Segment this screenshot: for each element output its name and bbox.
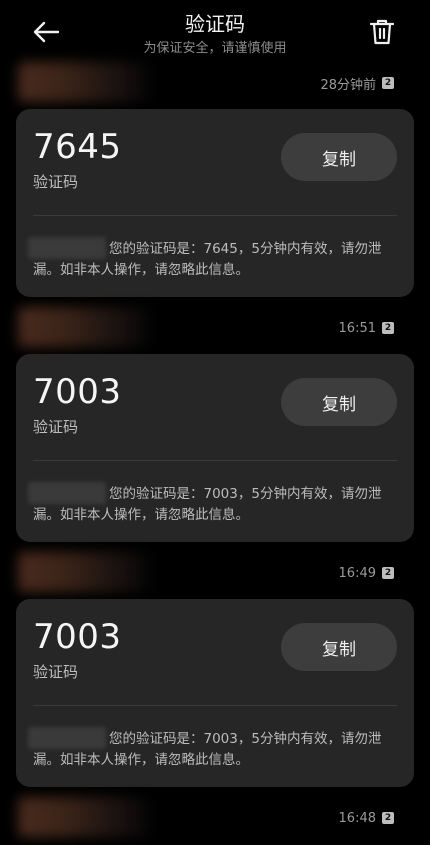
sender-avatar-blurred [18, 552, 150, 592]
code-label: 验证码 [33, 173, 79, 191]
copy-button[interactable]: 复制 [281, 133, 397, 181]
code-card: 7645 验证码 复制 您的验证码是：7645，5分钟内有效，请勿泄漏。如非本人… [16, 109, 414, 297]
app-header: 验证码 为保证安全，请谨慎使用 [0, 0, 430, 62]
message-meta: 16:49 2 [339, 563, 394, 583]
message-time: 16:48 [338, 810, 376, 826]
copy-button[interactable]: 复制 [281, 378, 397, 426]
message-body: 您的验证码是：7003，5分钟内有效，请勿泄漏。如非本人操作，请忽略此信息。 [33, 731, 382, 768]
verification-code: 7003 [33, 617, 122, 657]
sim-badge: 2 [382, 567, 394, 579]
message-meta: 28分钟前 2 [320, 73, 394, 93]
code-label: 验证码 [33, 418, 79, 436]
copy-button[interactable]: 复制 [281, 623, 397, 671]
sender-avatar-blurred [18, 797, 150, 837]
divider [33, 215, 397, 216]
sim-badge: 2 [382, 77, 394, 89]
delete-button[interactable] [364, 14, 400, 50]
sim-badge: 2 [382, 812, 394, 824]
sender-avatar-blurred [18, 307, 150, 347]
divider [33, 705, 397, 706]
message-meta: 16:51 2 [339, 318, 394, 338]
verification-code: 7003 [33, 372, 122, 412]
sender-avatar-blurred [18, 62, 150, 102]
verification-code: 7645 [33, 127, 122, 167]
message-time: 16:49 [338, 565, 376, 581]
message-meta: 16:48 2 [339, 808, 394, 828]
message-body: 您的验证码是：7003，5分钟内有效，请勿泄漏。如非本人操作，请忽略此信息。 [33, 486, 382, 523]
sim-badge: 2 [382, 322, 394, 334]
divider [33, 460, 397, 461]
message-body: 您的验证码是：7645，5分钟内有效，请勿泄漏。如非本人操作，请忽略此信息。 [33, 241, 382, 278]
trash-icon [370, 19, 394, 45]
message-time: 28分钟前 [320, 77, 376, 93]
message-time: 16:51 [338, 320, 376, 336]
code-card: 7003 验证码 复制 您的验证码是：7003，5分钟内有效，请勿泄漏。如非本人… [16, 599, 414, 787]
code-card: 7003 验证码 复制 您的验证码是：7003，5分钟内有效，请勿泄漏。如非本人… [16, 354, 414, 542]
code-label: 验证码 [33, 663, 79, 681]
